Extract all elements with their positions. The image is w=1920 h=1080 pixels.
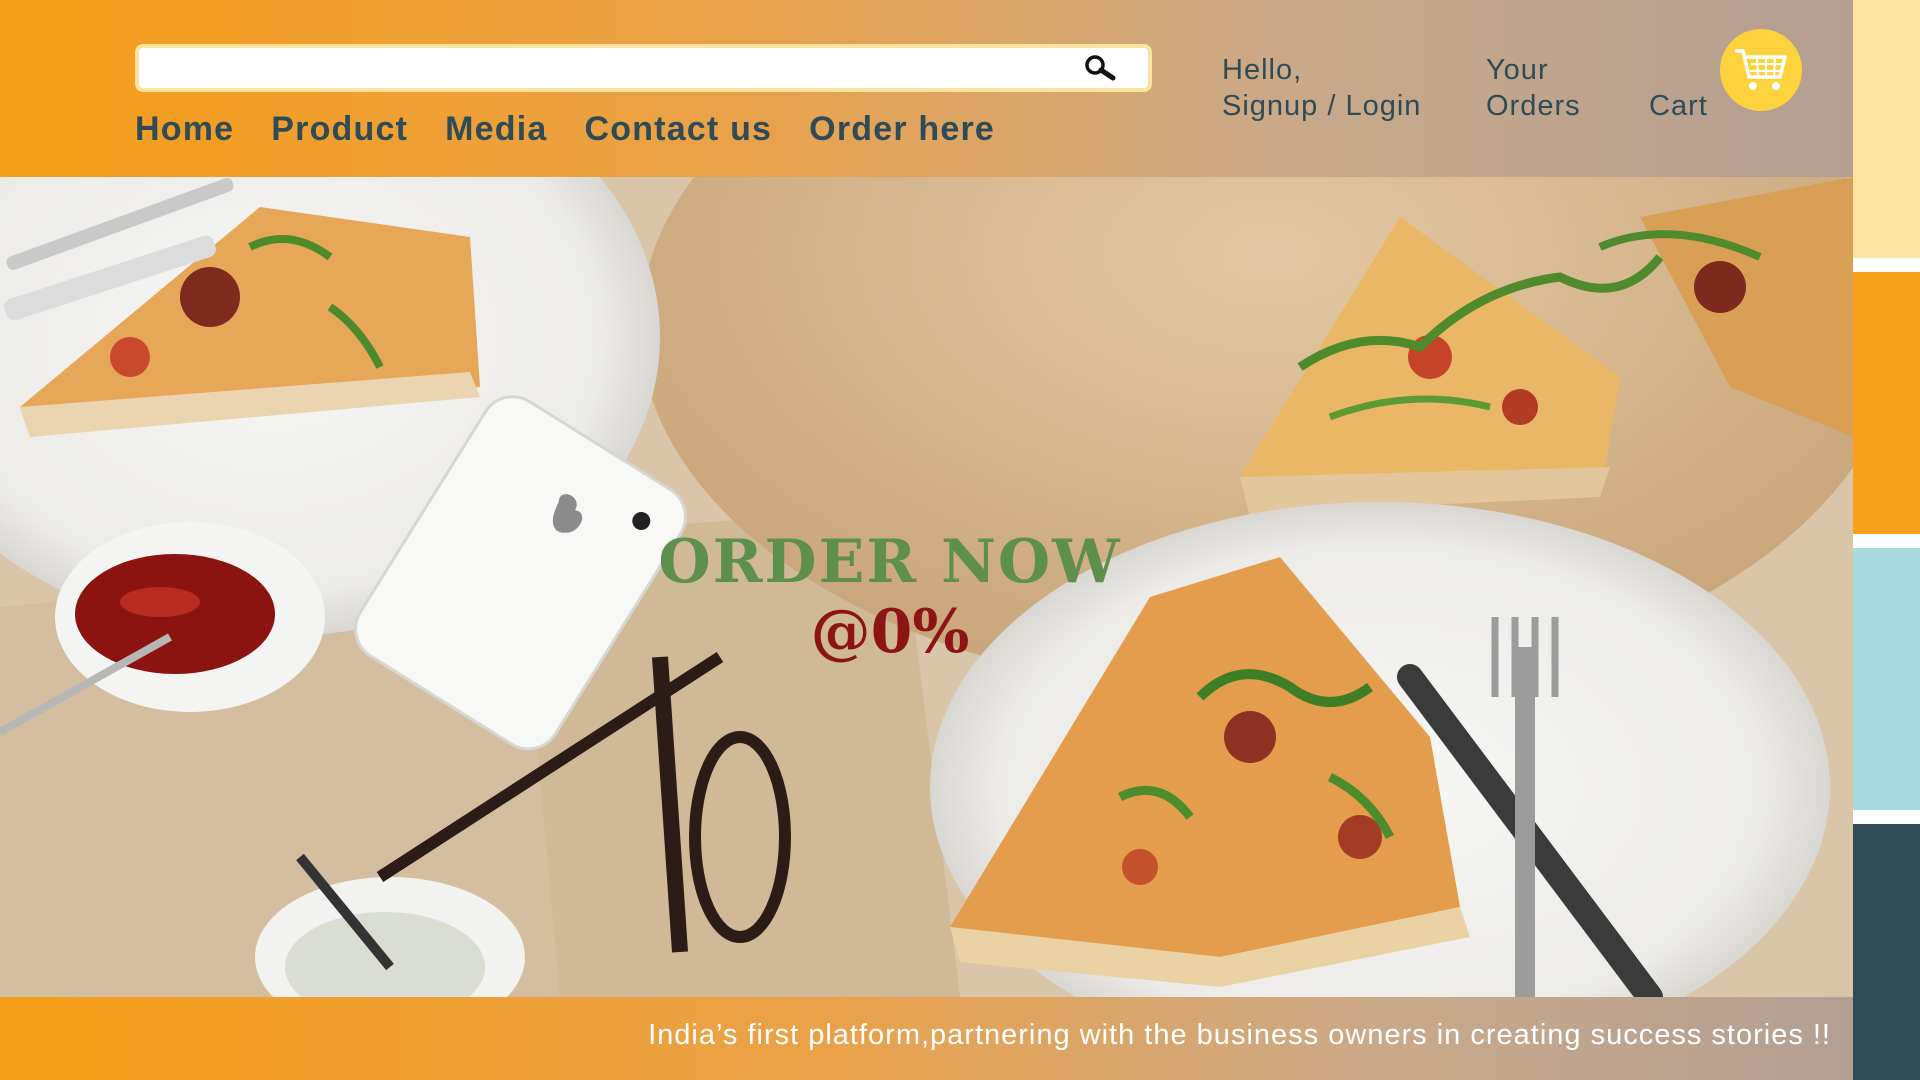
your-orders-link[interactable]: Your Orders — [1486, 52, 1581, 124]
search-input[interactable] — [147, 48, 1051, 90]
orders-line-1: Your — [1486, 54, 1549, 86]
nav-order-here[interactable]: Order here — [809, 110, 995, 149]
footer-bar: India’s first platform,partnering with t… — [0, 997, 1853, 1080]
palette-divider — [1853, 810, 1920, 824]
main-nav: Home Product Media Contact us Order here — [135, 110, 1032, 149]
nav-contact-us[interactable]: Contact us — [584, 110, 772, 149]
palette-swatch-orange — [1853, 272, 1920, 534]
signup-login-link[interactable]: Hello, Signup / Login — [1222, 52, 1421, 124]
nav-media[interactable]: Media — [445, 110, 547, 149]
palette-divider — [1853, 534, 1920, 548]
account-action: Signup / Login — [1222, 90, 1422, 122]
promo-text: ORDER NOW @0% — [0, 527, 1780, 667]
footer-tagline: India’s first platform,partnering with t… — [648, 1019, 1831, 1051]
promo-discount: @0% — [810, 597, 970, 667]
account-greeting: Hello, — [1222, 54, 1303, 86]
header: Home Product Media Contact us Order here… — [0, 0, 1853, 177]
search-icon[interactable] — [1082, 54, 1122, 84]
cart-link[interactable]: Cart — [1649, 88, 1708, 124]
palette-swatch-light-blue — [1853, 548, 1920, 810]
palette-divider — [1853, 258, 1920, 272]
shopping-cart-icon[interactable] — [1720, 29, 1802, 111]
palette-swatch-cream — [1853, 0, 1920, 258]
search-bar[interactable] — [135, 44, 1152, 92]
nav-home[interactable]: Home — [135, 110, 234, 149]
orders-line-2: Orders — [1486, 90, 1581, 122]
hero-banner: ORDER NOW @0% — [0, 177, 1853, 997]
promo-title[interactable]: ORDER NOW — [0, 527, 1780, 597]
palette-swatch-slate — [1853, 824, 1920, 1080]
nav-product[interactable]: Product — [271, 110, 408, 149]
